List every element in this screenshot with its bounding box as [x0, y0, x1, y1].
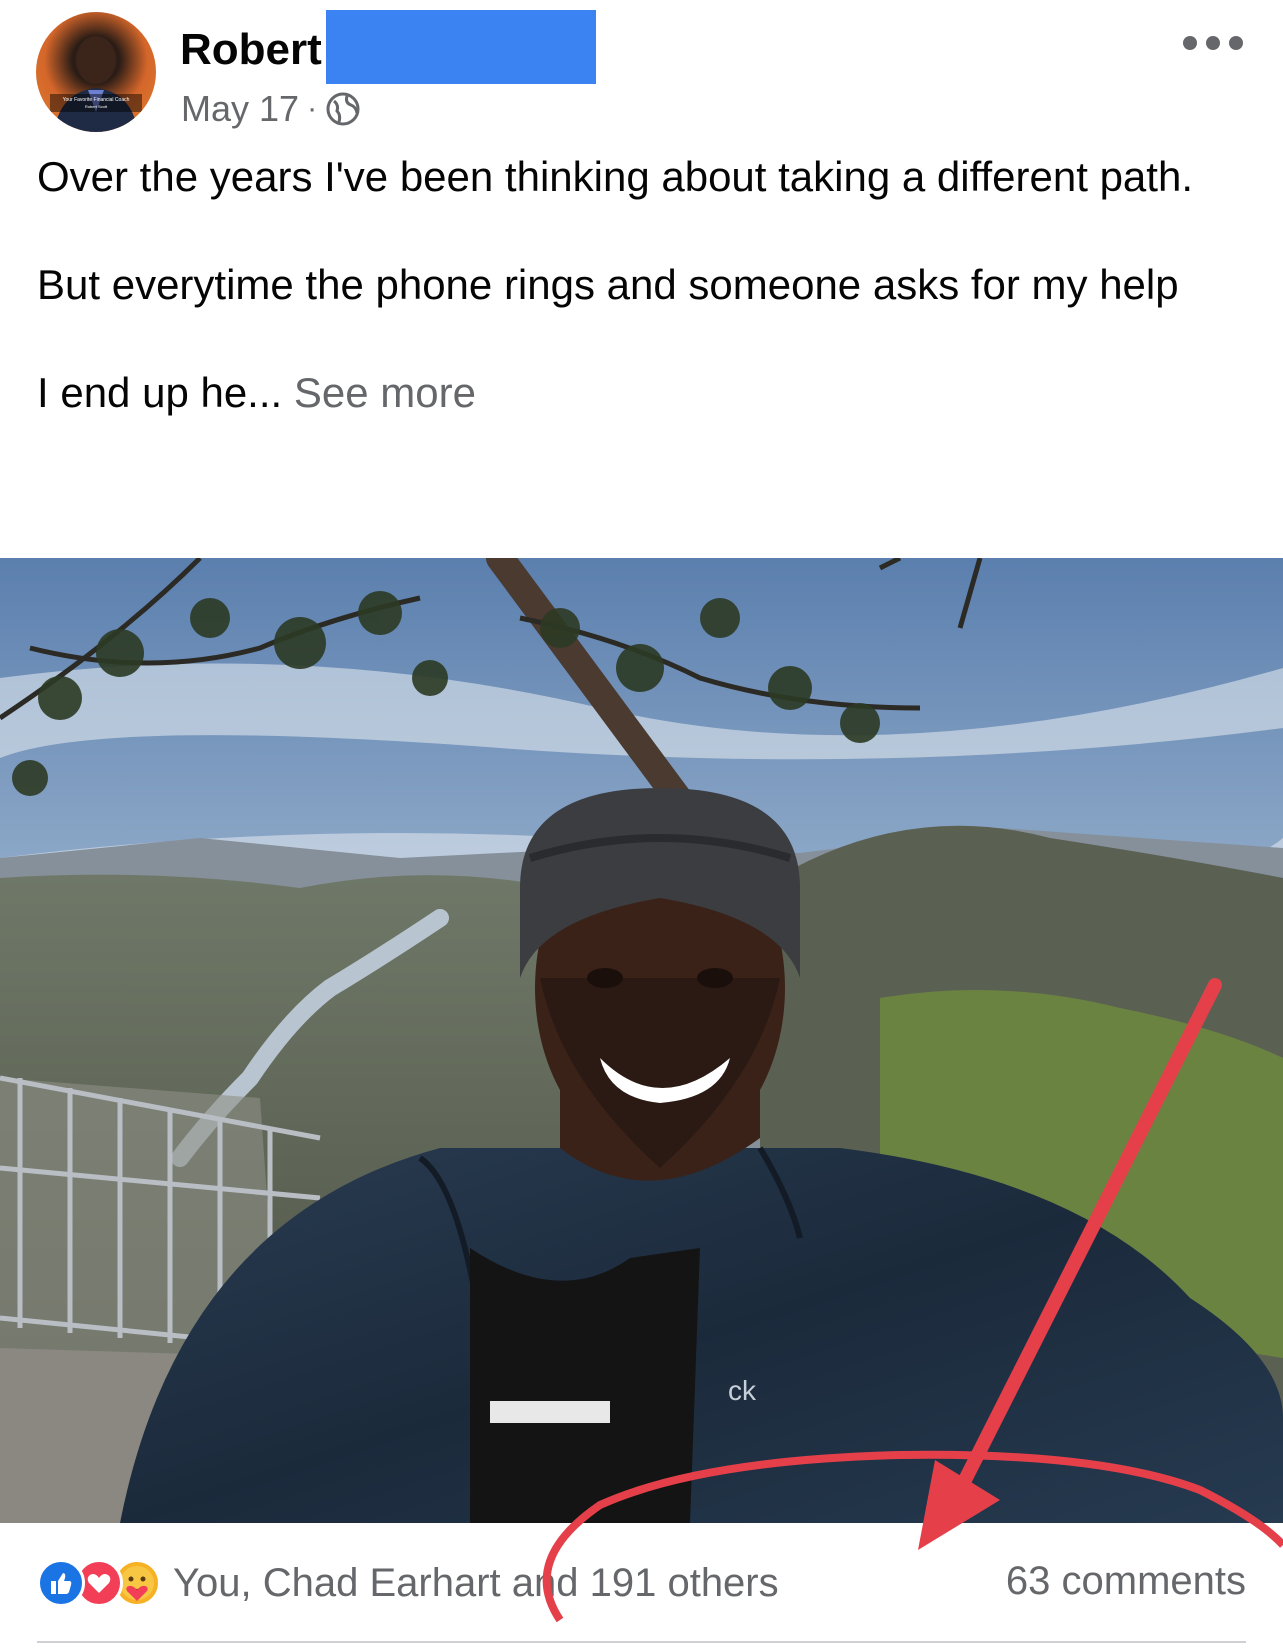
- post-text-truncated: I end up he... See more: [37, 366, 1237, 420]
- avatar-caption: Your Favorite Financial Coach: [63, 97, 130, 103]
- reaction-names[interactable]: You, Chad Earhart and 191 others: [173, 1561, 779, 1606]
- post-body: Over the years I've been thinking about …: [37, 150, 1237, 420]
- more-options-icon[interactable]: [1183, 28, 1243, 58]
- reaction-summary[interactable]: You, Chad Earhart and 191 others: [37, 1559, 779, 1607]
- globe-icon[interactable]: [325, 91, 361, 127]
- see-more-link[interactable]: See more: [294, 369, 476, 416]
- footer-divider: [37, 1641, 1246, 1643]
- jacket-logo: ck: [728, 1375, 757, 1406]
- post-header: Your Favorite Financial Coach Robert Sco…: [0, 0, 1283, 140]
- author-avatar[interactable]: Your Favorite Financial Coach Robert Sco…: [36, 12, 156, 132]
- author-name[interactable]: Robert: [180, 25, 322, 75]
- post-footer: You, Chad Earhart and 191 others 63 comm…: [0, 1523, 1283, 1648]
- post-text-line-1: Over the years I've been thinking about …: [37, 153, 1193, 200]
- photo-scene: ck: [0, 558, 1283, 1523]
- truncated-text: I end up he...: [37, 369, 283, 416]
- post-text-line-2: But everytime the phone rings and someon…: [37, 261, 1179, 308]
- meta-separator: ·: [307, 92, 318, 125]
- post-date[interactable]: May 17: [181, 88, 299, 130]
- author-row: Robert: [180, 10, 596, 84]
- post-meta: May 17 ·: [181, 88, 361, 130]
- comments-count[interactable]: 63 comments: [1006, 1559, 1246, 1604]
- avatar-portrait: Your Favorite Financial Coach Robert Sco…: [50, 36, 142, 132]
- redacted-surname: [325, 10, 596, 84]
- post-photo[interactable]: ck: [0, 558, 1283, 1523]
- avatar-subcaption: Robert Scott: [85, 104, 108, 109]
- like-icon: [37, 1559, 85, 1607]
